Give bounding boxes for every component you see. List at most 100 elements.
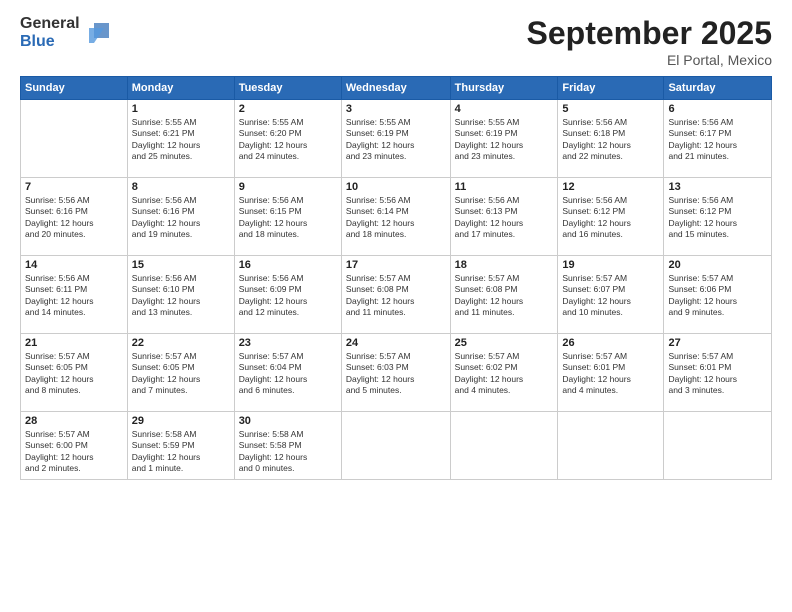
calendar-week-row: 14Sunrise: 5:56 AMSunset: 6:11 PMDayligh… xyxy=(21,256,772,334)
day-info: Sunrise: 5:56 AMSunset: 6:09 PMDaylight:… xyxy=(239,273,337,319)
day-info: Sunrise: 5:56 AMSunset: 6:12 PMDaylight:… xyxy=(562,195,659,241)
day-number: 20 xyxy=(668,259,767,271)
calendar-cell: 29Sunrise: 5:58 AMSunset: 5:59 PMDayligh… xyxy=(127,412,234,480)
day-number: 9 xyxy=(239,181,337,193)
calendar-cell: 28 Sunrise: 5:57 AMSunset: 6:00 PMDayligh… xyxy=(21,412,128,480)
day-info: Sunrise: 5:57 AMSunset: 6:03 PMDaylight:… xyxy=(346,351,446,397)
day-number: 12 xyxy=(562,181,659,193)
calendar-cell: 2 Sunrise: 5:55 AMSunset: 6:20 PMDaylight… xyxy=(234,100,341,178)
calendar-cell xyxy=(450,412,558,480)
day-info: Sunrise: 5:56 AMSunset: 6:11 PMDaylight:… xyxy=(25,273,123,319)
calendar-cell: 22 Sunrise: 5:57 AMSunset: 6:05 PMDayligh… xyxy=(127,334,234,412)
day-number: 10 xyxy=(346,181,446,193)
day-number: 30 xyxy=(239,415,337,427)
calendar-week-row: 21Sunrise: 5:57 AMSunset: 6:05 PMDayligh… xyxy=(21,334,772,412)
day-info: Sunrise: 5:56 AMSunset: 6:15 PMDaylight:… xyxy=(239,195,337,241)
day-info: Sunrise: 5:57 AMSunset: 6:08 PMDaylight:… xyxy=(346,273,446,319)
day-number: 2 xyxy=(239,103,337,115)
day-number: 6 xyxy=(668,103,767,115)
day-number: 7 xyxy=(25,181,123,193)
day-info: Sunrise: 5:57 AMSunset: 6:00 PMDaylight:… xyxy=(25,429,123,475)
day-info: Sunrise: 5:56 AMSunset: 6:13 PMDaylight:… xyxy=(455,195,554,241)
day-info: Sunrise: 5:56 AMSunset: 6:17 PMDaylight:… xyxy=(668,117,767,163)
calendar-cell: 16 Sunrise: 5:56 AMSunset: 6:09 PMDayligh… xyxy=(234,256,341,334)
day-info: Sunrise: 5:56 AMSunset: 6:16 PMDaylight:… xyxy=(25,195,123,241)
calendar-cell: 19Sunrise: 5:57 AMSunset: 6:07 PMDayligh… xyxy=(558,256,664,334)
day-number: 17 xyxy=(346,259,446,271)
day-number: 23 xyxy=(239,337,337,349)
day-number: 3 xyxy=(346,103,446,115)
calendar-week-row: 7 Sunrise: 5:56 AMSunset: 6:16 PMDaylight… xyxy=(21,178,772,256)
day-info: Sunrise: 5:57 AMSunset: 6:05 PMDaylight:… xyxy=(132,351,230,397)
day-number: 28 xyxy=(25,415,123,427)
day-info: Sunrise: 5:56 AMSunset: 6:10 PMDaylight:… xyxy=(132,273,230,319)
calendar-col-header: Friday xyxy=(558,77,664,100)
calendar-cell xyxy=(341,412,450,480)
day-number: 8 xyxy=(132,181,230,193)
calendar-cell: 26Sunrise: 5:57 AMSunset: 6:01 PMDayligh… xyxy=(558,334,664,412)
day-number: 27 xyxy=(668,337,767,349)
day-info: Sunrise: 5:55 AMSunset: 6:20 PMDaylight:… xyxy=(239,117,337,163)
day-info: Sunrise: 5:57 AMSunset: 6:06 PMDaylight:… xyxy=(668,273,767,319)
day-info: Sunrise: 5:58 AMSunset: 5:59 PMDaylight:… xyxy=(132,429,230,475)
calendar-cell: 14Sunrise: 5:56 AMSunset: 6:11 PMDayligh… xyxy=(21,256,128,334)
calendar-cell xyxy=(664,412,772,480)
page: General Blue September 2025 El Portal, M… xyxy=(0,0,792,612)
day-number: 18 xyxy=(455,259,554,271)
day-number: 4 xyxy=(455,103,554,115)
day-number: 16 xyxy=(239,259,337,271)
day-number: 15 xyxy=(132,259,230,271)
day-info: Sunrise: 5:56 AMSunset: 6:18 PMDaylight:… xyxy=(562,117,659,163)
calendar-table: SundayMondayTuesdayWednesdayThursdayFrid… xyxy=(20,76,772,480)
calendar-week-row: 1Sunrise: 5:55 AMSunset: 6:21 PMDaylight… xyxy=(21,100,772,178)
day-info: Sunrise: 5:57 AMSunset: 6:04 PMDaylight:… xyxy=(239,351,337,397)
calendar-col-header: Saturday xyxy=(664,77,772,100)
day-info: Sunrise: 5:55 AMSunset: 6:19 PMDaylight:… xyxy=(455,117,554,163)
logo-general: General xyxy=(20,15,80,33)
day-info: Sunrise: 5:58 AMSunset: 5:58 PMDaylight:… xyxy=(239,429,337,475)
title-block: September 2025 El Portal, Mexico xyxy=(527,15,772,68)
calendar-cell: 1Sunrise: 5:55 AMSunset: 6:21 PMDaylight… xyxy=(127,100,234,178)
calendar-col-header: Thursday xyxy=(450,77,558,100)
logo-blue: Blue xyxy=(20,33,80,51)
day-number: 19 xyxy=(562,259,659,271)
calendar-cell xyxy=(558,412,664,480)
location: El Portal, Mexico xyxy=(527,52,772,68)
calendar-cell: 20 Sunrise: 5:57 AMSunset: 6:06 PMDayligh… xyxy=(664,256,772,334)
calendar-cell: 13Sunrise: 5:56 AMSunset: 6:12 PMDayligh… xyxy=(664,178,772,256)
calendar-cell: 21Sunrise: 5:57 AMSunset: 6:05 PMDayligh… xyxy=(21,334,128,412)
logo: General Blue xyxy=(20,15,114,50)
day-number: 25 xyxy=(455,337,554,349)
calendar-cell xyxy=(21,100,128,178)
day-number: 5 xyxy=(562,103,659,115)
calendar-cell: 23 Sunrise: 5:57 AMSunset: 6:04 PMDayligh… xyxy=(234,334,341,412)
day-info: Sunrise: 5:57 AMSunset: 6:02 PMDaylight:… xyxy=(455,351,554,397)
calendar-cell: 8 Sunrise: 5:56 AMSunset: 6:16 PMDaylight… xyxy=(127,178,234,256)
calendar-cell: 18Sunrise: 5:57 AMSunset: 6:08 PMDayligh… xyxy=(450,256,558,334)
day-info: Sunrise: 5:55 AMSunset: 6:19 PMDaylight:… xyxy=(346,117,446,163)
day-info: Sunrise: 5:57 AMSunset: 6:05 PMDaylight:… xyxy=(25,351,123,397)
calendar-col-header: Sunday xyxy=(21,77,128,100)
calendar-week-row: 28 Sunrise: 5:57 AMSunset: 6:00 PMDayligh… xyxy=(21,412,772,480)
day-info: Sunrise: 5:56 AMSunset: 6:14 PMDaylight:… xyxy=(346,195,446,241)
calendar-cell: 30 Sunrise: 5:58 AMSunset: 5:58 PMDayligh… xyxy=(234,412,341,480)
calendar-cell: 12 Sunrise: 5:56 AMSunset: 6:12 PMDayligh… xyxy=(558,178,664,256)
calendar-col-header: Tuesday xyxy=(234,77,341,100)
header: General Blue September 2025 El Portal, M… xyxy=(20,15,772,68)
day-info: Sunrise: 5:56 AMSunset: 6:16 PMDaylight:… xyxy=(132,195,230,241)
calendar-cell: 9 Sunrise: 5:56 AMSunset: 6:15 PMDaylight… xyxy=(234,178,341,256)
day-number: 1 xyxy=(132,103,230,115)
calendar-cell: 10 Sunrise: 5:56 AMSunset: 6:14 PMDayligh… xyxy=(341,178,450,256)
calendar-cell: 27 Sunrise: 5:57 AMSunset: 6:01 PMDayligh… xyxy=(664,334,772,412)
calendar-cell: 24 Sunrise: 5:57 AMSunset: 6:03 PMDayligh… xyxy=(341,334,450,412)
calendar-cell: 6 Sunrise: 5:56 AMSunset: 6:17 PMDaylight… xyxy=(664,100,772,178)
calendar-col-header: Monday xyxy=(127,77,234,100)
day-number: 22 xyxy=(132,337,230,349)
day-number: 11 xyxy=(455,181,554,193)
calendar-cell: 11 Sunrise: 5:56 AMSunset: 6:13 PMDayligh… xyxy=(450,178,558,256)
calendar-cell: 17 Sunrise: 5:57 AMSunset: 6:08 PMDayligh… xyxy=(341,256,450,334)
day-number: 13 xyxy=(668,181,767,193)
day-number: 24 xyxy=(346,337,446,349)
calendar-cell: 5 Sunrise: 5:56 AMSunset: 6:18 PMDaylight… xyxy=(558,100,664,178)
day-info: Sunrise: 5:57 AMSunset: 6:01 PMDaylight:… xyxy=(668,351,767,397)
